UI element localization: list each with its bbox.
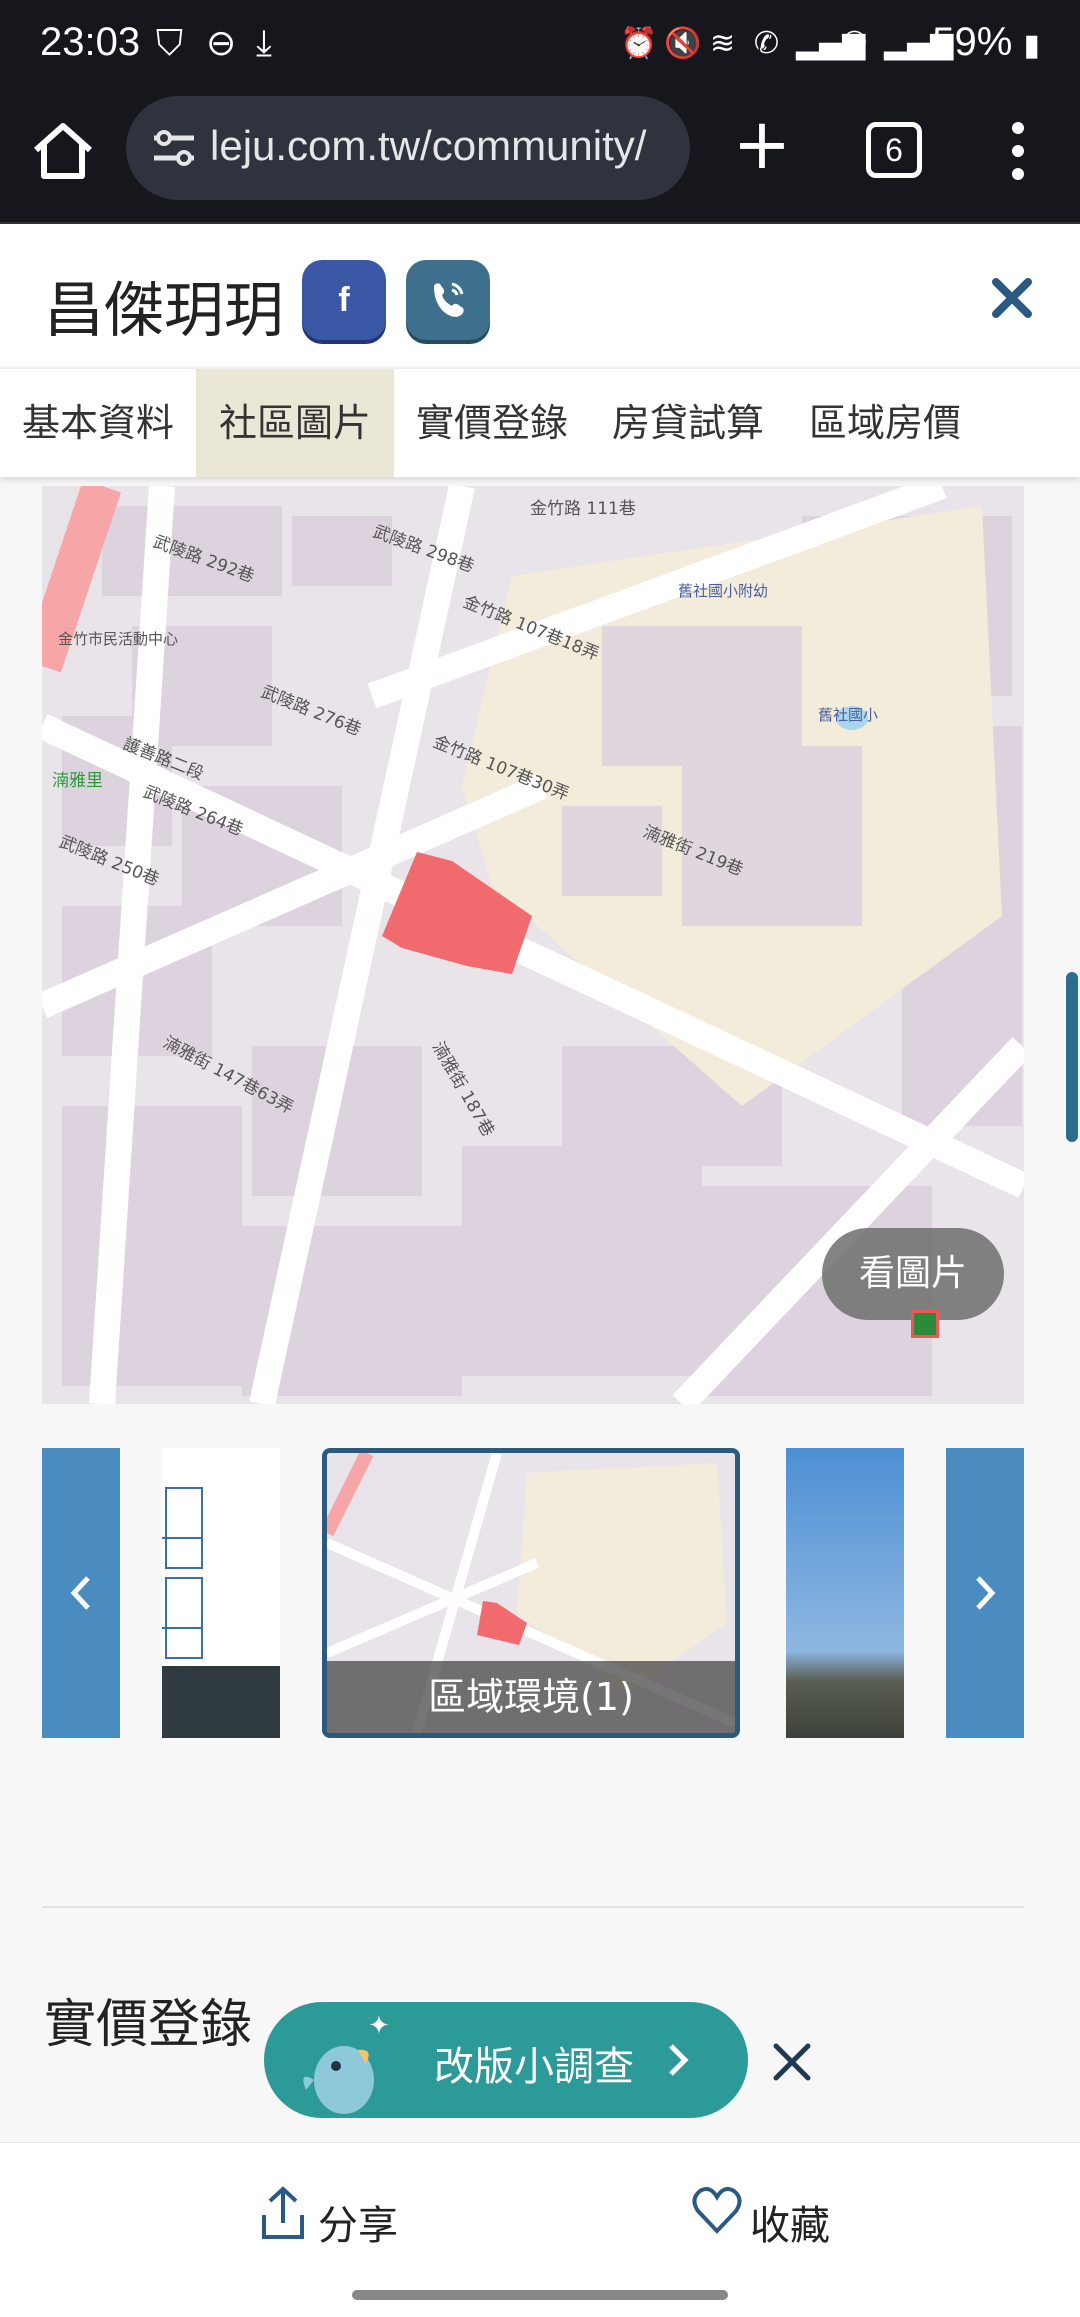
tab-community-photos[interactable]: 社區圖片: [196, 369, 394, 477]
wifi-icon: ≋: [710, 26, 736, 61]
battery-level: 59% ▮: [932, 20, 1040, 64]
wifi-calling-icon: ✆: [754, 26, 780, 61]
thumbnail-floorplan[interactable]: [162, 1448, 280, 1738]
map-label: 舊社國小附幼: [678, 582, 768, 600]
download-icon: ⤓: [256, 23, 272, 64]
gesture-home-bar[interactable]: [352, 2290, 728, 2300]
wifi-calling-2-icon: ✆: [842, 26, 868, 61]
survey-banner-button[interactable]: ✦ 改版小調查: [264, 2002, 748, 2118]
share-icon: [262, 2186, 304, 2239]
page-scrollbar[interactable]: [1066, 972, 1078, 1142]
close-survey-icon[interactable]: [770, 2040, 814, 2084]
site-settings-icon[interactable]: [150, 124, 198, 172]
floorplan-graphic: [162, 1448, 280, 1738]
svg-text:✦: ✦: [368, 2011, 390, 2041]
address-bar[interactable]: leju.com.tw/community/: [126, 96, 690, 200]
view-photo-button[interactable]: 看圖片: [822, 1228, 1004, 1320]
thumbnail-sky-photo[interactable]: [786, 1448, 904, 1738]
carousel-prev-button[interactable]: [42, 1448, 120, 1738]
dnd-icon: ⊖: [206, 23, 237, 64]
survey-label: 改版小調查: [434, 2044, 634, 2090]
heart-icon: [692, 2187, 742, 2234]
tab-switcher-button[interactable]: 6: [866, 122, 922, 178]
mascot-bird-icon: ✦: [303, 2011, 390, 2114]
tab-transaction-records[interactable]: 實價登錄: [394, 369, 590, 477]
shield-icon: ⛉: [156, 23, 184, 64]
map-label: 金竹路 111巷: [530, 499, 636, 519]
share-label: 分享: [318, 2203, 398, 2249]
map-label: 湳雅里: [52, 771, 103, 791]
tab-area-prices[interactable]: 區域房價: [786, 369, 984, 477]
section-heading: 實價登錄: [44, 1995, 253, 2055]
facebook-share-button[interactable]: f: [302, 260, 386, 340]
url-text: leju.com.tw/community/: [210, 122, 647, 169]
home-icon[interactable]: [28, 116, 98, 186]
page-header: 昌傑玥玥 f: [0, 224, 1080, 366]
thumbnail-area-map[interactable]: 區域環境(1): [322, 1448, 740, 1738]
tab-basic-info[interactable]: 基本資料: [0, 369, 196, 477]
phone-call-button[interactable]: [406, 260, 490, 340]
more-menu-icon[interactable]: [1000, 116, 1036, 186]
favorite-label: 收藏: [750, 2203, 830, 2249]
map-label: 金竹市民活動中心: [58, 630, 178, 648]
share-button[interactable]: 分享: [258, 2183, 398, 2253]
chevron-right-icon: [976, 1576, 996, 1610]
battery-icon: ▮: [1023, 29, 1040, 62]
phone-icon: [434, 282, 464, 317]
status-time: 23:03: [40, 20, 141, 64]
carousel-next-button[interactable]: [946, 1448, 1024, 1738]
chevron-left-icon: [70, 1576, 90, 1610]
thumbnail-caption: 區域環境(1): [327, 1661, 735, 1733]
section-divider: [42, 1906, 1024, 1908]
section-tabs: 基本資料 社區圖片 實價登錄 房貸試算 區域房價: [0, 368, 1080, 477]
browser-toolbar: leju.com.tw/community/ + 6: [0, 92, 1080, 224]
status-bar: 23:03 ⛉ ⊖ ⤓ ⏰ 🔇 ≋ ✆ ▂▄▆ ✆ ▂▄▆ 59% ▮: [0, 0, 1080, 92]
new-tab-button[interactable]: +: [732, 109, 792, 179]
page-title: 昌傑玥玥: [44, 276, 284, 346]
mute-icon: 🔇: [664, 26, 702, 61]
chevron-right-icon: [669, 2044, 689, 2076]
store-icon: [911, 1310, 939, 1338]
close-icon[interactable]: [990, 276, 1034, 320]
favorite-button[interactable]: 收藏: [690, 2183, 830, 2253]
tab-mortgage-calculator[interactable]: 房貸試算: [590, 369, 786, 477]
alarm-icon: ⏰: [620, 26, 658, 61]
map-label: 舊社國小: [818, 706, 878, 724]
